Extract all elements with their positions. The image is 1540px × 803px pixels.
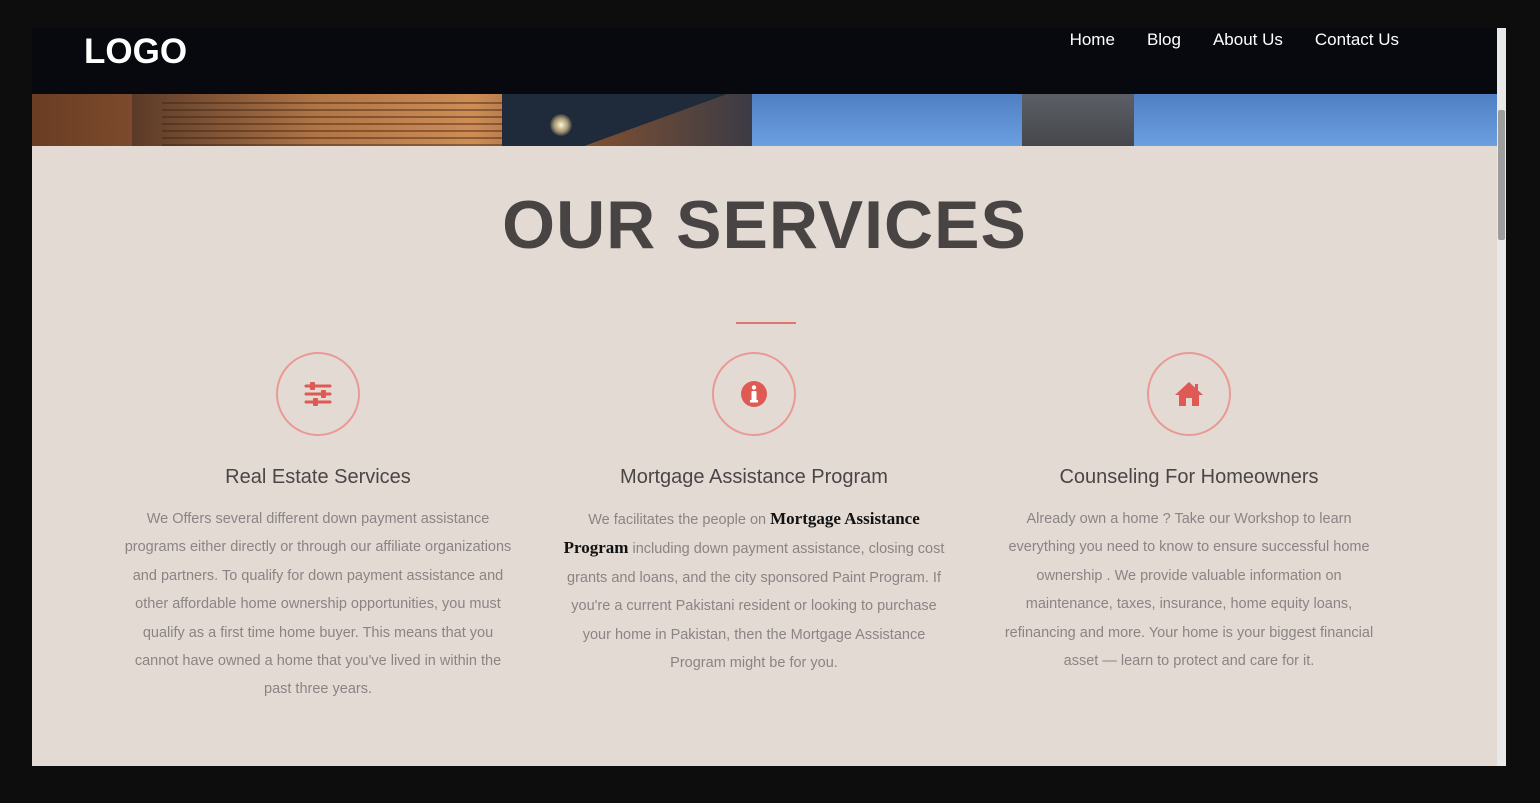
nav-home[interactable]: Home (1070, 30, 1115, 50)
service-icon-ring (276, 352, 360, 436)
service-card-counseling: Counseling For Homeowners Already own a … (989, 352, 1389, 675)
scrollbar-thumb[interactable] (1498, 110, 1505, 240)
service-description: We Offers several different down payment… (124, 511, 512, 698)
title-divider (736, 322, 796, 324)
service-description: We facilitates the people on Mortgage As… (556, 505, 952, 677)
scrollbar[interactable] (1497, 28, 1506, 766)
hero-light (550, 114, 572, 136)
service-card-real-estate: Real Estate Services We Offers several d… (118, 352, 518, 704)
hero-chimney (1022, 94, 1134, 146)
sliders-icon (304, 382, 332, 406)
description-text: including down payment assistance, closi… (567, 541, 945, 672)
nav-blog[interactable]: Blog (1147, 30, 1181, 50)
service-title: Mortgage Assistance Program (620, 466, 888, 488)
description-text: We facilitates the people on (588, 512, 771, 528)
service-card-mortgage: Mortgage Assistance Program We facilitat… (554, 352, 954, 677)
service-icon-ring (712, 352, 796, 436)
section-title: OUR SERVICES (502, 187, 1027, 263)
nav-menu: Home Blog About Us Contact Us (1070, 30, 1399, 50)
service-icon-ring (1147, 352, 1231, 436)
logo[interactable]: LOGO (84, 32, 187, 72)
service-title: Real Estate Services (225, 466, 411, 488)
home-icon (1175, 382, 1203, 406)
nav-contact-us[interactable]: Contact Us (1315, 30, 1399, 50)
browser-viewport: LOGO Home Blog About Us Contact Us OUR S… (32, 28, 1506, 766)
nav-about-us[interactable]: About Us (1213, 30, 1283, 50)
info-icon (741, 381, 767, 407)
service-title: Counseling For Homeowners (1059, 466, 1319, 488)
service-description: Already own a home ? Take our Workshop t… (1004, 511, 1374, 670)
navbar: LOGO Home Blog About Us Contact Us (32, 28, 1497, 94)
